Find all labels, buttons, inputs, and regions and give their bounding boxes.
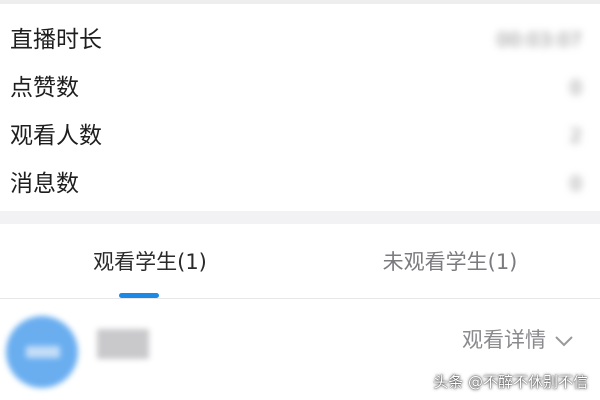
stat-row-likes: 点赞数 0 (0, 68, 600, 108)
stat-row-viewers: 观看人数 2 (0, 116, 600, 156)
stat-label-viewers: 观看人数 (10, 123, 102, 149)
watermark: 头条 @不醉不休别不信 (433, 373, 588, 391)
stat-label-messages: 消息数 (10, 171, 79, 197)
stat-value-messages: 0 (569, 173, 582, 195)
stat-value-duration: 00:03:07 (496, 29, 582, 51)
stat-label-likes: 点赞数 (10, 75, 79, 101)
stat-row-duration: 直播时长 00:03:07 (0, 20, 600, 60)
stat-row-messages: 消息数 0 (0, 164, 600, 204)
stat-label-duration: 直播时长 (10, 27, 102, 53)
watch-detail-button[interactable]: 观看详情 (462, 326, 574, 354)
tab-watched-students[interactable]: 观看学生(1) (0, 248, 300, 276)
watch-detail-label: 观看详情 (462, 328, 546, 352)
live-stats-panel: 直播时长 00:03:07 点赞数 0 观看人数 2 消息数 0 (0, 0, 600, 211)
tab-unwatched-students[interactable]: 未观看学生(1) (300, 248, 600, 276)
stat-value-likes: 0 (569, 77, 582, 99)
student-name (97, 329, 149, 359)
avatar (6, 316, 78, 388)
chevron-down-icon (554, 333, 574, 347)
stat-value-viewers: 2 (569, 125, 582, 147)
